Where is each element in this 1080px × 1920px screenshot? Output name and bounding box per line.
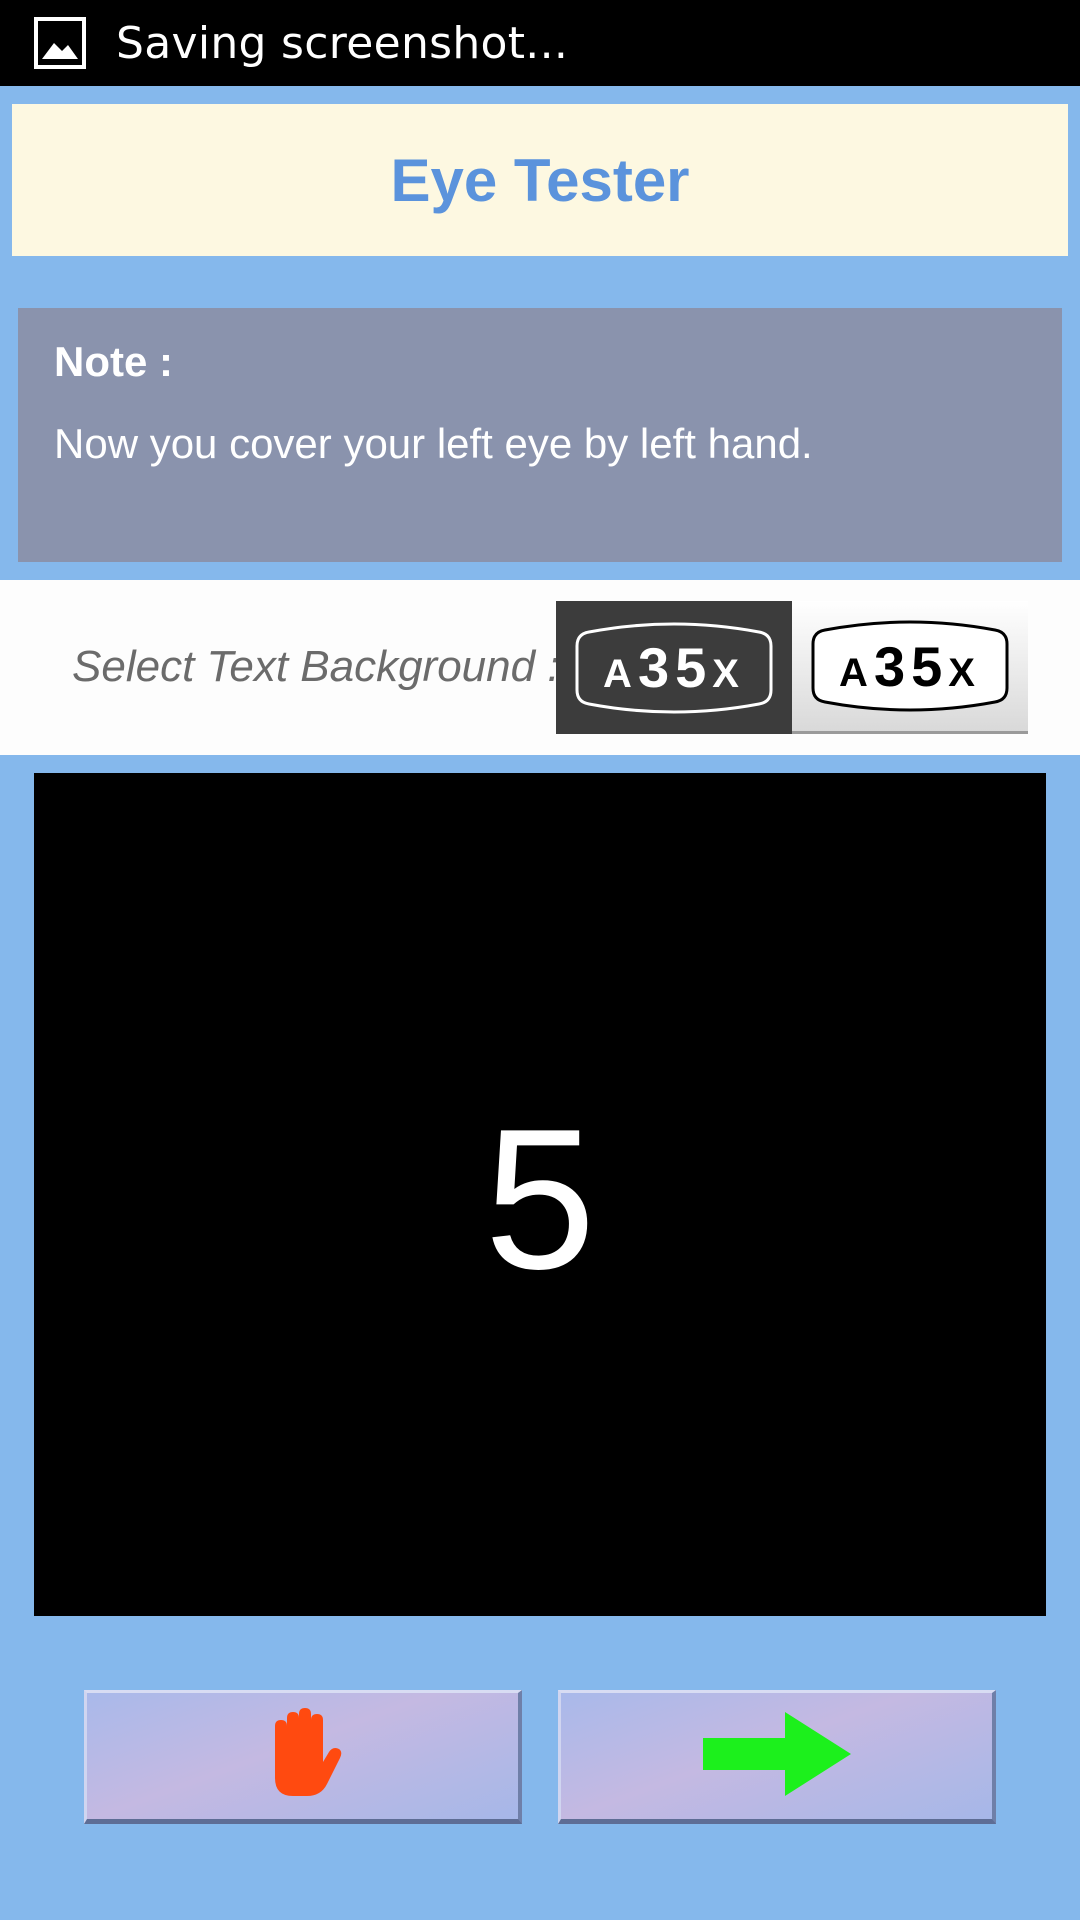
title-banner: Eye Tester [12, 104, 1068, 256]
light-plate-preview: A 3 5 X [805, 620, 1015, 712]
next-button[interactable] [558, 1690, 996, 1824]
dark-background-option[interactable]: A 3 5 X [556, 601, 792, 734]
plate-char: A [603, 652, 638, 696]
plate-char: A [839, 650, 874, 695]
image-icon [34, 17, 86, 69]
dark-plate-preview: A 3 5 X [569, 622, 779, 714]
status-text: Saving screenshot... [116, 17, 569, 69]
note-text: Now you cover your left eye by left hand… [54, 420, 813, 467]
note-label: Note : [54, 338, 173, 385]
test-character: 5 [484, 1087, 596, 1311]
plate-char: 3 [873, 634, 912, 698]
background-selector-label: Select Text Background : [72, 642, 560, 691]
hand-stop-icon [253, 1704, 353, 1808]
background-selector: Select Text Background : A 3 5 X A 3 5 X [0, 580, 1080, 755]
test-display-area: 5 [34, 773, 1046, 1616]
plate-char: 5 [911, 634, 949, 698]
plate-char: 3 [637, 636, 676, 699]
arrow-right-icon [697, 1706, 857, 1806]
page-title: Eye Tester [390, 146, 690, 214]
note-panel: Note : Now you cover your left eye by le… [18, 308, 1062, 562]
stop-button[interactable] [84, 1690, 522, 1824]
app-screen: Saving screenshot... Eye Tester Note : N… [0, 0, 1080, 1920]
light-background-option[interactable]: A 3 5 X [792, 601, 1028, 734]
status-bar: Saving screenshot... [0, 0, 1080, 86]
plate-char: 5 [675, 636, 713, 699]
plate-char: X [948, 650, 981, 695]
plate-char: X [712, 652, 745, 696]
